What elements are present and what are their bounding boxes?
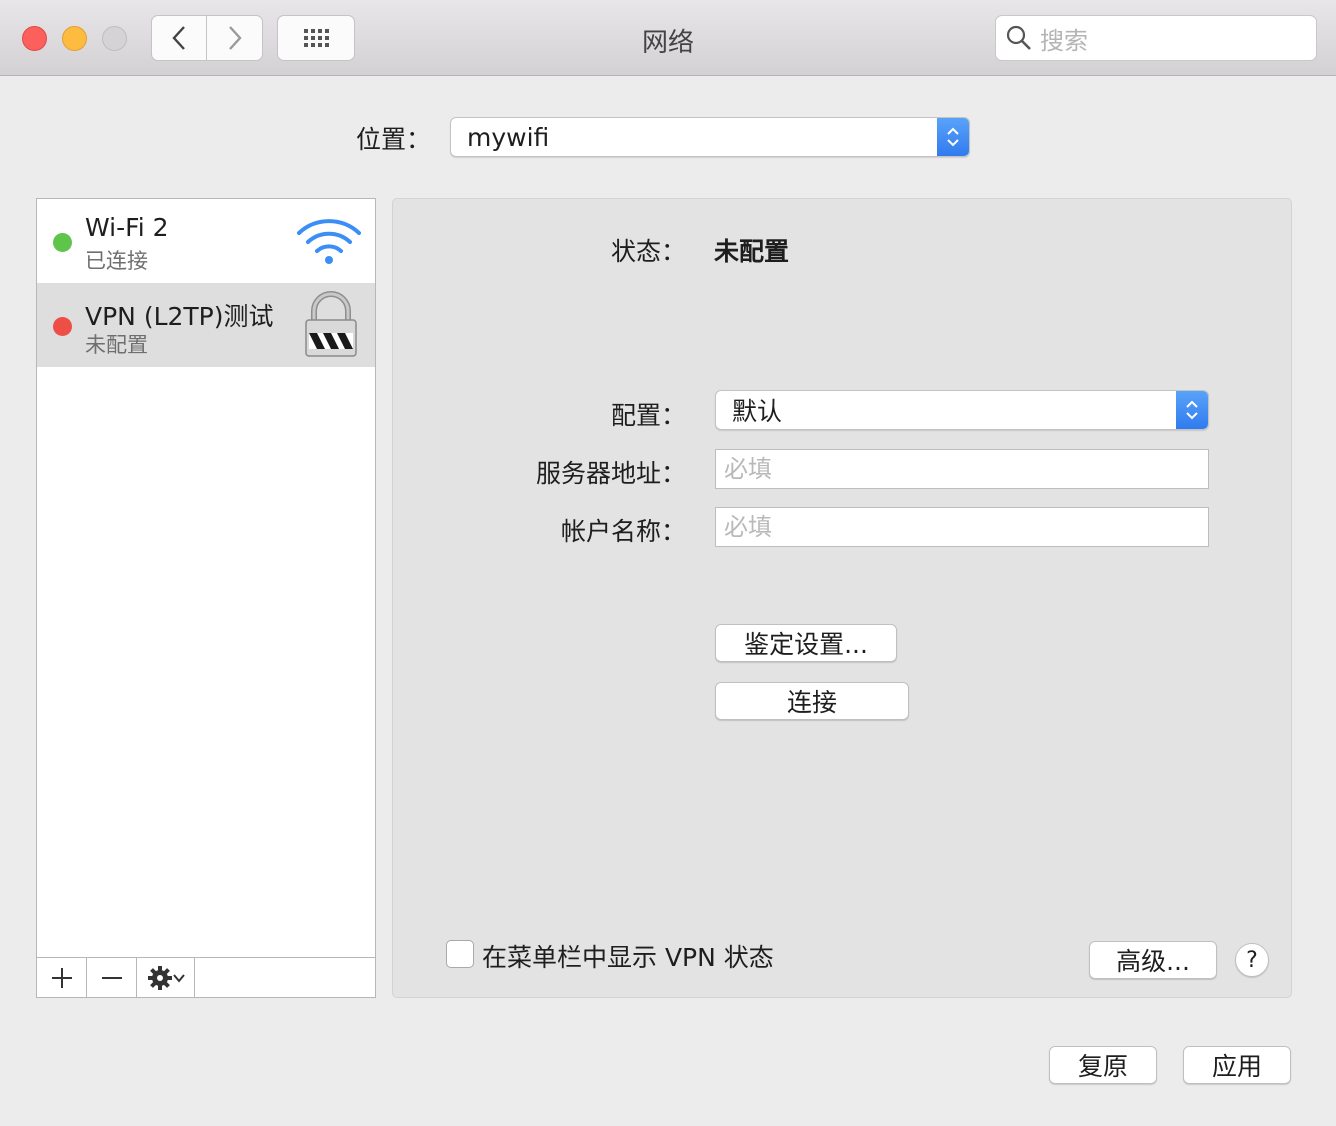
account-name-field[interactable]: 必填 xyxy=(715,507,1209,547)
status-label: 状态： xyxy=(610,237,686,266)
service-name: VPN (L2TP)测试 xyxy=(85,302,274,331)
location-value: mywifi xyxy=(467,122,550,152)
auth-settings-button[interactable]: 鉴定设置... xyxy=(715,624,897,662)
advanced-button[interactable]: 高级... xyxy=(1089,941,1217,979)
account-name-label: 帐户名称： xyxy=(560,517,686,546)
service-item-wifi[interactable]: Wi-Fi 2 已连接 xyxy=(37,199,375,283)
service-list-toolbar xyxy=(37,957,375,997)
minus-icon xyxy=(101,976,122,979)
updown-chevron-icon xyxy=(937,118,969,156)
wifi-icon xyxy=(297,219,361,264)
location-label: 位置： xyxy=(356,125,432,154)
service-status: 已连接 xyxy=(85,249,148,273)
status-value: 未配置 xyxy=(714,237,790,266)
search-icon xyxy=(1006,25,1031,50)
help-button[interactable]: ? xyxy=(1235,943,1269,977)
chevron-down-icon xyxy=(172,973,185,983)
plus-icon xyxy=(51,967,72,988)
service-status: 未配置 xyxy=(85,333,148,357)
remove-service-button[interactable] xyxy=(87,958,137,997)
status-dot-green xyxy=(53,233,72,252)
title-bar: 网络 搜索 xyxy=(0,0,1336,76)
updown-chevron-icon xyxy=(1176,391,1208,429)
search-placeholder: 搜索 xyxy=(1040,26,1088,55)
config-value: 默认 xyxy=(732,397,783,426)
service-name: Wi-Fi 2 xyxy=(85,213,169,242)
search-field[interactable]: 搜索 xyxy=(995,15,1317,61)
apply-button[interactable]: 应用 xyxy=(1183,1046,1291,1084)
location-popup[interactable]: mywifi xyxy=(450,117,970,157)
config-popup[interactable]: 默认 xyxy=(715,390,1209,430)
server-address-label: 服务器地址： xyxy=(535,459,686,488)
config-label: 配置： xyxy=(610,401,686,430)
server-address-field[interactable]: 必填 xyxy=(715,449,1209,489)
add-service-button[interactable] xyxy=(37,958,87,997)
status-dot-red xyxy=(53,317,72,336)
service-item-vpn[interactable]: VPN (L2TP)测试 未配置 xyxy=(37,283,375,367)
show-vpn-status-label: 在菜单栏中显示 VPN 状态 xyxy=(482,943,774,972)
show-vpn-status-checkbox[interactable] xyxy=(446,940,474,968)
service-list: Wi-Fi 2 已连接 VPN (L2TP)测试 未配置 xyxy=(36,198,376,998)
action-menu-button[interactable] xyxy=(137,958,195,997)
lock-icon xyxy=(305,291,357,357)
gear-icon xyxy=(147,965,172,990)
connect-button[interactable]: 连接 xyxy=(715,682,909,720)
revert-button[interactable]: 复原 xyxy=(1049,1046,1157,1084)
detail-panel xyxy=(392,198,1292,998)
